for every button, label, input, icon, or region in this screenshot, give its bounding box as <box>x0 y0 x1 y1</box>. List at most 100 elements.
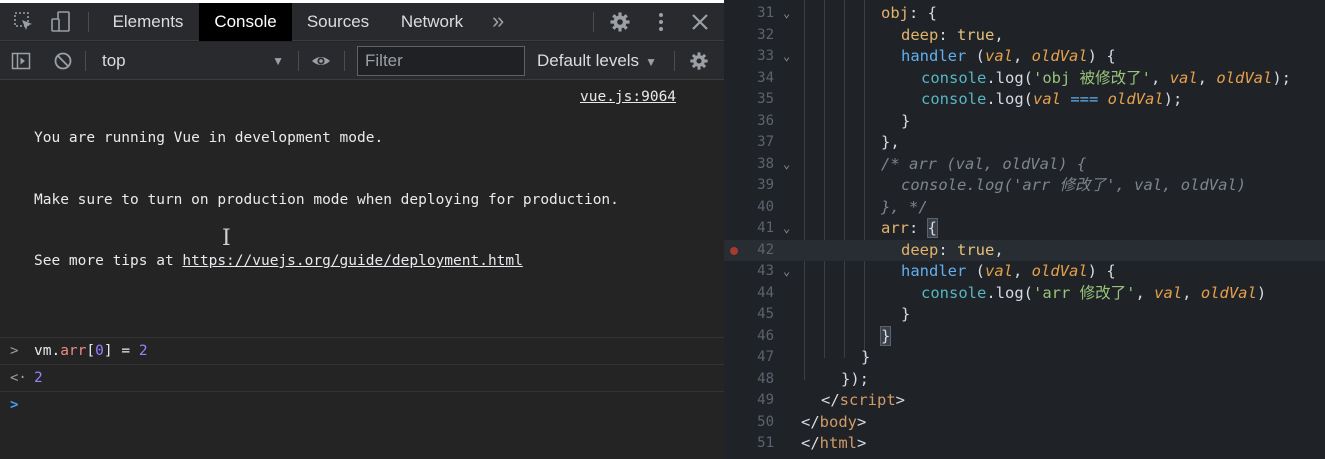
code-token: ); <box>1272 68 1292 87</box>
code-token: deep <box>901 25 939 44</box>
code-line: 33 ⌄ handler (val, oldVal) { <box>724 46 1325 68</box>
more-tabs-button[interactable]: » <box>492 3 504 41</box>
code-token: 'obj 被修改了' <box>1033 68 1151 87</box>
code-token: deep <box>901 240 939 259</box>
inspect-icon[interactable] <box>13 11 35 33</box>
code-token: handler <box>901 262 967 280</box>
code-token: } <box>861 348 871 366</box>
message-line: See more tips at https://vuejs.org/guide… <box>34 251 724 272</box>
log-levels-label: Default levels <box>537 51 640 70</box>
code-token: , <box>1182 283 1201 302</box>
fold-chevron-icon[interactable]: ⌄ <box>783 261 790 283</box>
code-comment: console.log('arr 修改了', val, oldVal) <box>901 176 1247 194</box>
tab-elements[interactable]: Elements <box>102 3 194 41</box>
line-number: 32 <box>757 26 774 43</box>
context-selector[interactable]: top ▼ <box>92 42 292 80</box>
expr-object: vm <box>34 343 52 359</box>
code-token: }); <box>841 369 869 388</box>
deployment-guide-link[interactable]: https://vuejs.org/guide/deployment.html <box>182 253 522 269</box>
code-line: 50 </body> <box>724 412 1325 434</box>
line-number: 43 <box>757 263 774 279</box>
code-token: html <box>819 434 857 452</box>
code-comment: }, */ <box>881 197 928 216</box>
code-line: 35 console.log(val === oldVal); <box>724 89 1325 111</box>
fold-chevron-icon[interactable]: ⌄ <box>783 46 790 68</box>
code-token: true <box>957 240 995 259</box>
code-token: === <box>1061 90 1108 108</box>
line-number: 31 <box>757 5 774 21</box>
console-prompt[interactable]: > <box>0 392 724 419</box>
code-line: 45} <box>724 304 1325 326</box>
code-line: 34 console.log('obj 被修改了', val, oldVal); <box>724 68 1325 90</box>
settings-gear-icon[interactable] <box>609 11 631 33</box>
toolbar-divider <box>344 51 345 71</box>
kebab-menu-icon[interactable] <box>650 11 672 33</box>
code-comment: /* arr (val, oldVal) { <box>881 154 1087 173</box>
code-token: val <box>985 262 1013 280</box>
code-token: handler <box>901 47 967 65</box>
message-text: See more tips at <box>34 253 183 269</box>
code-token: .log( <box>986 90 1033 108</box>
code-token: oldVal <box>1031 47 1088 65</box>
code-token: .log( <box>986 283 1033 302</box>
device-toggle-icon[interactable] <box>50 11 72 33</box>
line-number: 45 <box>757 306 774 322</box>
console-output[interactable]: You are running Vue in development mode.… <box>0 81 724 459</box>
message-source-link[interactable]: vue.js:9064 <box>580 87 676 108</box>
toolbar-divider <box>674 51 675 71</box>
fold-chevron-icon[interactable]: ⌄ <box>783 218 790 240</box>
line-number: 44 <box>757 284 774 301</box>
code-token: val <box>1033 90 1061 108</box>
expr-index: 0 <box>95 343 104 359</box>
code-token: oldVal <box>1107 90 1164 108</box>
clear-console-icon[interactable] <box>53 51 73 71</box>
tab-sources[interactable]: Sources <box>296 3 380 41</box>
code-token: ); <box>1163 90 1183 108</box>
tab-network[interactable]: Network <box>388 3 476 41</box>
console-settings-gear-icon[interactable] <box>689 51 709 71</box>
filter-input[interactable] <box>357 46 525 76</box>
close-icon[interactable] <box>689 11 711 33</box>
code-token: obj <box>881 4 909 22</box>
line-number: 35 <box>757 91 774 107</box>
result-value: 2 <box>34 370 43 386</box>
line-number: 41 <box>757 220 774 236</box>
code-line: 44 console.log('arr 修改了', val, oldVal) <box>724 283 1325 305</box>
code-token: val <box>1154 283 1183 302</box>
log-levels-dropdown[interactable]: Default levels ▼ <box>537 42 657 80</box>
expr-bracket: [ <box>86 343 96 359</box>
code-token: , <box>994 25 1004 44</box>
code-token: </ <box>821 391 840 409</box>
tab-console[interactable]: Console <box>199 3 292 41</box>
code-token: console <box>921 90 987 108</box>
breakpoint-icon[interactable] <box>730 246 738 255</box>
expr-property: arr <box>60 343 87 359</box>
console-message-vue-devmode: You are running Vue in development mode.… <box>0 81 724 338</box>
line-number: 39 <box>757 177 774 193</box>
code-line-current: 42 deep: true, <box>724 239 1325 261</box>
code-line: 47} <box>724 347 1325 369</box>
code-token: } <box>901 111 911 130</box>
code-token: oldVal <box>1216 68 1273 87</box>
code-line: 43 ⌄ handler (val, oldVal) { <box>724 261 1325 283</box>
code-editor[interactable]: 31 ⌄ obj: { 32 deep: true, 33 ⌄ handler (val,… <box>724 0 1325 459</box>
fold-chevron-icon[interactable]: ⌄ <box>783 3 790 25</box>
code-token: .log( <box>986 68 1033 87</box>
toolbar-divider <box>593 12 594 32</box>
code-token: ) { <box>1087 47 1116 65</box>
message-line: Make sure to turn on production mode whe… <box>34 191 619 208</box>
code-token: : <box>909 219 928 237</box>
code-token: </ <box>801 434 820 452</box>
toolbar-divider <box>85 51 86 71</box>
line-number: 36 <box>757 112 774 129</box>
code-line: 38 ⌄ /* arr (val, oldVal) { <box>724 154 1325 176</box>
message-line: You are running Vue in development mode. <box>34 130 384 146</box>
code-line: 46} <box>724 325 1325 348</box>
eye-icon[interactable] <box>311 51 331 71</box>
code-token: ) { <box>1087 262 1116 280</box>
fold-chevron-icon[interactable]: ⌄ <box>783 154 790 176</box>
code-token: 'arr 修改了' <box>1033 283 1136 302</box>
sidebar-toggle-icon[interactable] <box>11 51 31 71</box>
code-token: : { <box>909 4 937 22</box>
code-token: , <box>1135 283 1155 302</box>
